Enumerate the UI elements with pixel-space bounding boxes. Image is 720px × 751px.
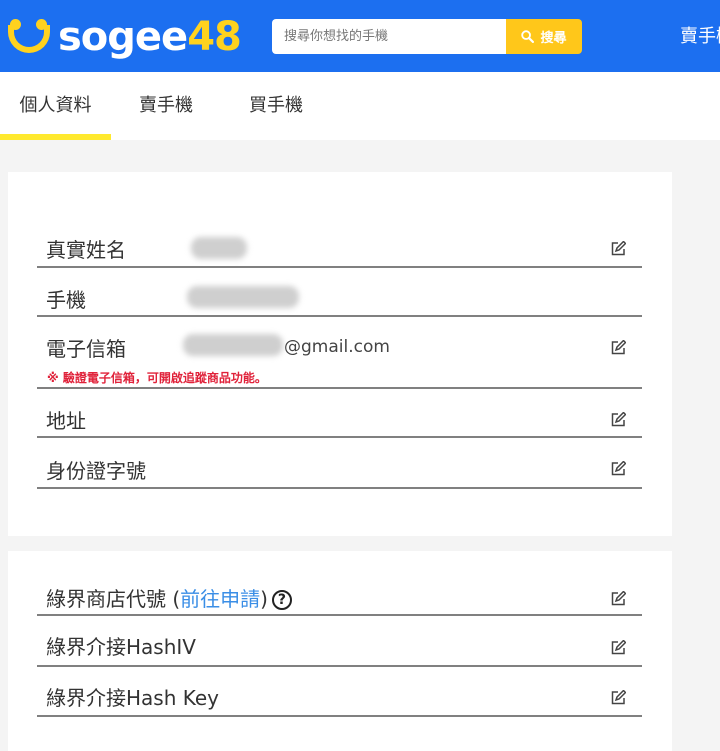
- edit-icon[interactable]: [610, 461, 626, 477]
- ecpay-hashiv-row: 綠界介接HashIV: [37, 618, 642, 667]
- logo-text-yellow: 48: [187, 14, 242, 60]
- tab-sell-phone-label: 賣手機: [139, 95, 193, 116]
- id-number-row: 身份證字號: [37, 440, 642, 489]
- id-number-label: 身份證字號: [46, 459, 146, 483]
- edit-icon[interactable]: [610, 241, 626, 257]
- tab-buy-phone-label: 買手機: [249, 95, 303, 116]
- apply-link[interactable]: 前往申請: [180, 587, 260, 611]
- edit-icon[interactable]: [610, 591, 626, 607]
- email-value-blurred: [183, 334, 283, 356]
- address-row: 地址: [37, 391, 642, 438]
- address-label: 地址: [46, 409, 86, 433]
- email-domain: @gmail.com: [284, 337, 390, 357]
- real-name-value-blurred: [191, 237, 247, 259]
- search-input[interactable]: [272, 19, 506, 54]
- smile-logo-icon: [8, 15, 52, 59]
- tab-buy-phone[interactable]: 買手機: [221, 72, 331, 140]
- ecpay-hashkey-row: 綠界介接Hash Key: [37, 669, 642, 717]
- search-icon: [521, 30, 535, 43]
- active-tab-indicator: [0, 134, 111, 140]
- ecpay-store-id-close: ): [260, 587, 268, 611]
- ecpay-store-id-label: 綠界商店代號 (前往申請)?: [46, 583, 292, 612]
- ecpay-store-id-text: 綠界商店代號 (: [46, 587, 181, 611]
- edit-icon[interactable]: [610, 690, 626, 706]
- email-verify-hint: ※ 驗證電子信箱，可開啟追蹤商品功能。: [47, 371, 267, 385]
- ecpay-store-id-row: 綠界商店代號 (前往申請)?: [37, 569, 642, 616]
- phone-row: 手機: [37, 270, 642, 317]
- search-button-label: 搜尋: [540, 31, 567, 46]
- tab-profile-label: 個人資料: [19, 95, 92, 116]
- edit-icon[interactable]: [610, 640, 626, 656]
- logo-wordmark: sogee48: [58, 14, 242, 60]
- ecpay-hashkey-label: 綠界介接Hash Key: [46, 686, 220, 710]
- site-logo[interactable]: sogee48: [8, 10, 242, 64]
- real-name-label: 真實姓名: [46, 238, 126, 262]
- email-row: 電子信箱 @gmail.com ※ 驗證電子信箱，可開啟追蹤商品功能。: [37, 319, 642, 389]
- profile-card: 真實姓名 手機 電子信箱 @gmail.com ※ 驗證電子信箱，可開啟追蹤商品…: [8, 172, 672, 536]
- edit-icon[interactable]: [610, 412, 626, 428]
- ecpay-card: 綠界商店代號 (前往申請)? 綠界介接HashIV 綠界介接Hash Key: [8, 551, 672, 751]
- header-inner: sogee48 搜尋 賣手機: [0, 0, 720, 72]
- phone-label: 手機: [46, 288, 86, 312]
- ecpay-hashiv-label: 綠界介接HashIV: [46, 635, 196, 659]
- real-name-row: 真實姓名: [37, 222, 642, 268]
- tab-profile[interactable]: 個人資料: [0, 72, 111, 140]
- top-header: sogee48 搜尋 賣手機: [0, 0, 720, 72]
- header-sell-phone-link[interactable]: 賣手機: [680, 22, 720, 48]
- help-icon[interactable]: ?: [271, 590, 292, 610]
- search-button[interactable]: 搜尋: [506, 19, 582, 54]
- edit-icon[interactable]: [610, 340, 626, 356]
- email-label: 電子信箱: [46, 337, 126, 361]
- tab-sell-phone[interactable]: 賣手機: [111, 72, 221, 140]
- account-tabs: 個人資料 賣手機 買手機: [0, 72, 720, 140]
- phone-value-blurred: [187, 286, 299, 308]
- logo-text-white: sogee: [58, 14, 188, 60]
